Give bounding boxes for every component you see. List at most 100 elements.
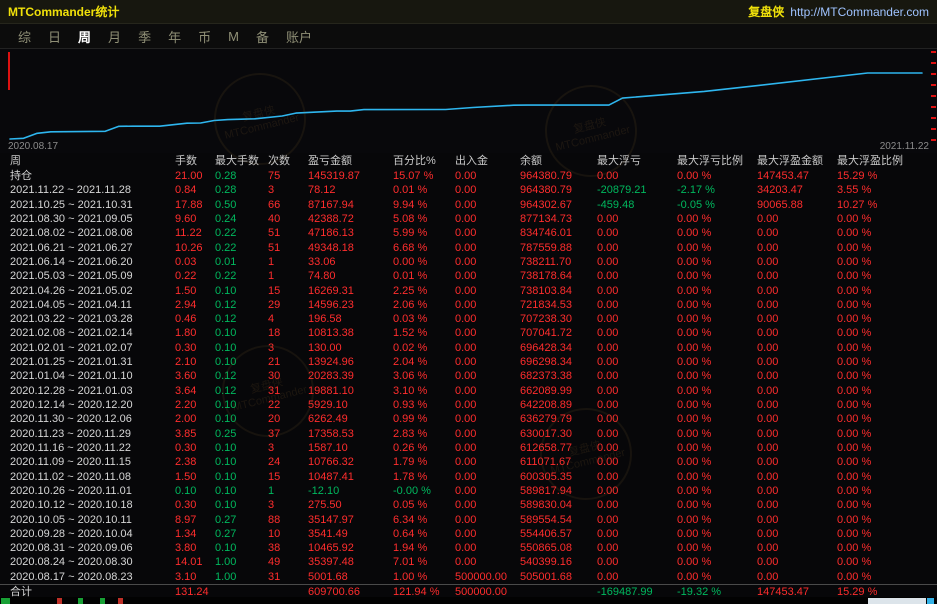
value-cell: 0.00 (757, 484, 837, 498)
value-cell: 0.00 % (677, 398, 757, 412)
table-row[interactable]: 2020.10.26 ~ 2020.11.010.100.101-12.10-0… (0, 484, 937, 498)
value-cell: 1.34 (175, 527, 215, 541)
value-cell: 0.00 (597, 255, 677, 269)
value-cell: 0.00 (597, 398, 677, 412)
value-cell: 17358.53 (308, 427, 393, 441)
value-cell: 0.00 % (837, 212, 937, 226)
menu-item-综[interactable]: 综 (18, 27, 31, 46)
value-cell: 0.46 (175, 312, 215, 326)
header-cell: 最大浮亏比例 (677, 153, 757, 169)
table-row[interactable]: 2020.11.16 ~ 2020.11.220.300.1031587.100… (0, 441, 937, 455)
value-cell: 0.00 (757, 398, 837, 412)
table-row[interactable]: 2020.12.14 ~ 2020.12.202.200.10225929.10… (0, 398, 937, 412)
menu-item-币[interactable]: 币 (198, 27, 211, 46)
menu-item-季[interactable]: 季 (138, 27, 151, 46)
table-row[interactable]: 2021.11.22 ~ 2021.11.280.840.28378.120.0… (0, 183, 937, 197)
menu-item-M[interactable]: M (228, 29, 239, 44)
value-cell: 17.88 (175, 198, 215, 212)
table-row[interactable]: 2020.10.12 ~ 2020.10.180.300.103275.500.… (0, 498, 937, 512)
value-cell: 0.00 % (837, 326, 937, 340)
value-cell: 0.00 (455, 470, 520, 484)
table-body: 持仓21.000.2875145319.8715.07 %0.00964380.… (0, 169, 937, 599)
stats-table: 周手数最大手数次数盈亏金额百分比%出入金余额最大浮亏最大浮亏比例最大浮盈金额最大… (0, 153, 937, 597)
table-row[interactable]: 2020.11.30 ~ 2020.12.062.000.10206262.49… (0, 412, 937, 426)
table-row[interactable]: 2021.02.01 ~ 2021.02.070.300.103130.000.… (0, 341, 937, 355)
menu-item-年[interactable]: 年 (168, 27, 181, 46)
value-cell: 0.30 (175, 498, 215, 512)
value-cell: 3.10 (175, 570, 215, 584)
table-row[interactable]: 2021.05.03 ~ 2021.05.090.220.22174.800.0… (0, 269, 937, 283)
table-row[interactable]: 2020.09.28 ~ 2020.10.041.340.27103541.49… (0, 527, 937, 541)
table-row[interactable]: 2020.08.31 ~ 2020.09.063.800.103810465.9… (0, 541, 937, 555)
value-cell: 78.12 (308, 183, 393, 197)
equity-line (10, 73, 922, 139)
table-row[interactable]: 2021.01.25 ~ 2021.01.312.100.102113924.9… (0, 355, 937, 369)
menu-item-日[interactable]: 日 (48, 27, 61, 46)
table-row[interactable]: 2021.08.30 ~ 2021.09.059.600.244042388.7… (0, 212, 937, 226)
menu-item-周[interactable]: 周 (78, 27, 91, 46)
value-cell: 0.00 (597, 427, 677, 441)
value-cell: 0.00 (757, 513, 837, 527)
menu-item-备[interactable]: 备 (256, 27, 269, 46)
value-cell: 5929.10 (308, 398, 393, 412)
value-cell: 4 (268, 312, 308, 326)
table-row[interactable]: 2021.04.26 ~ 2021.05.021.500.101516269.3… (0, 284, 937, 298)
value-cell: 0.10 (215, 470, 268, 484)
table-row[interactable]: 2021.06.14 ~ 2021.06.200.030.01133.060.0… (0, 255, 937, 269)
value-cell: 3 (268, 183, 308, 197)
value-cell: 1.50 (175, 470, 215, 484)
value-cell: 0.00 (597, 169, 677, 183)
value-cell: 0.00 % (837, 541, 937, 555)
table-row[interactable]: 2020.08.24 ~ 2020.08.3014.011.004935397.… (0, 555, 937, 569)
value-cell: -12.10 (308, 484, 393, 498)
value-cell: 0.00 % (677, 269, 757, 283)
period-cell: 2020.11.16 ~ 2020.11.22 (10, 441, 175, 455)
value-cell: 0.00 % (837, 427, 937, 441)
menu-item-月[interactable]: 月 (108, 27, 121, 46)
value-cell: 0.00 % (677, 226, 757, 240)
value-cell: 20283.39 (308, 369, 393, 383)
value-cell: 0.26 % (393, 441, 455, 455)
value-cell: 0.00 (455, 427, 520, 441)
table-row[interactable]: 2021.06.21 ~ 2021.06.2710.260.225149348.… (0, 241, 937, 255)
table-row[interactable]: 2021.03.22 ~ 2021.03.280.460.124196.580.… (0, 312, 937, 326)
value-cell: 0.00 % (677, 570, 757, 584)
value-cell: 0.00 % (677, 355, 757, 369)
value-cell: 0.00 % (677, 241, 757, 255)
value-cell: 0.10 (215, 441, 268, 455)
table-row[interactable]: 2020.12.28 ~ 2021.01.033.640.123119881.1… (0, 384, 937, 398)
value-cell: 0.00 (597, 384, 677, 398)
value-cell: 5.99 % (393, 226, 455, 240)
table-row[interactable]: 2020.11.09 ~ 2020.11.152.380.102410766.3… (0, 455, 937, 469)
value-cell: 51 (268, 241, 308, 255)
table-row[interactable]: 2020.10.05 ~ 2020.10.118.970.278835147.9… (0, 513, 937, 527)
menu-item-账户[interactable]: 账户 (286, 27, 312, 46)
table-row[interactable]: 2020.11.23 ~ 2020.11.293.850.253717358.5… (0, 427, 937, 441)
table-row[interactable]: 2021.01.04 ~ 2021.01.103.600.123020283.3… (0, 369, 937, 383)
period-cell: 2021.04.26 ~ 2021.05.02 (10, 284, 175, 298)
value-cell: 787559.88 (520, 241, 597, 255)
value-cell: 24 (268, 455, 308, 469)
value-cell: 0.00 (757, 255, 837, 269)
value-cell: 0.28 (215, 169, 268, 183)
period-cell: 2020.09.28 ~ 2020.10.04 (10, 527, 175, 541)
table-row[interactable]: 持仓21.000.2875145319.8715.07 %0.00964380.… (0, 169, 937, 183)
brand-url-link[interactable]: http://MTCommander.com (790, 5, 929, 19)
table-row[interactable]: 2021.02.08 ~ 2021.02.141.800.101810813.3… (0, 326, 937, 340)
table-row[interactable]: 2020.08.17 ~ 2020.08.233.101.00315001.68… (0, 570, 937, 584)
table-row[interactable]: 2020.11.02 ~ 2020.11.081.500.101510487.4… (0, 470, 937, 484)
value-cell: 0.00 (455, 298, 520, 312)
value-cell: 0.01 % (393, 269, 455, 283)
value-cell: -2.17 % (677, 183, 757, 197)
period-cell: 2021.05.03 ~ 2021.05.09 (10, 269, 175, 283)
value-cell: 0.00 (757, 355, 837, 369)
table-row[interactable]: 2021.10.25 ~ 2021.10.3117.880.506687167.… (0, 198, 937, 212)
value-cell: 0.00 (597, 341, 677, 355)
period-cell: 2021.06.14 ~ 2021.06.20 (10, 255, 175, 269)
table-row[interactable]: 2021.04.05 ~ 2021.04.112.940.122914596.2… (0, 298, 937, 312)
value-cell: 0.00 (455, 384, 520, 398)
value-cell: 1.79 % (393, 455, 455, 469)
value-cell: 0.00 % (837, 455, 937, 469)
table-row[interactable]: 2021.08.02 ~ 2021.08.0811.220.225147186.… (0, 226, 937, 240)
value-cell: 0.00 (455, 226, 520, 240)
